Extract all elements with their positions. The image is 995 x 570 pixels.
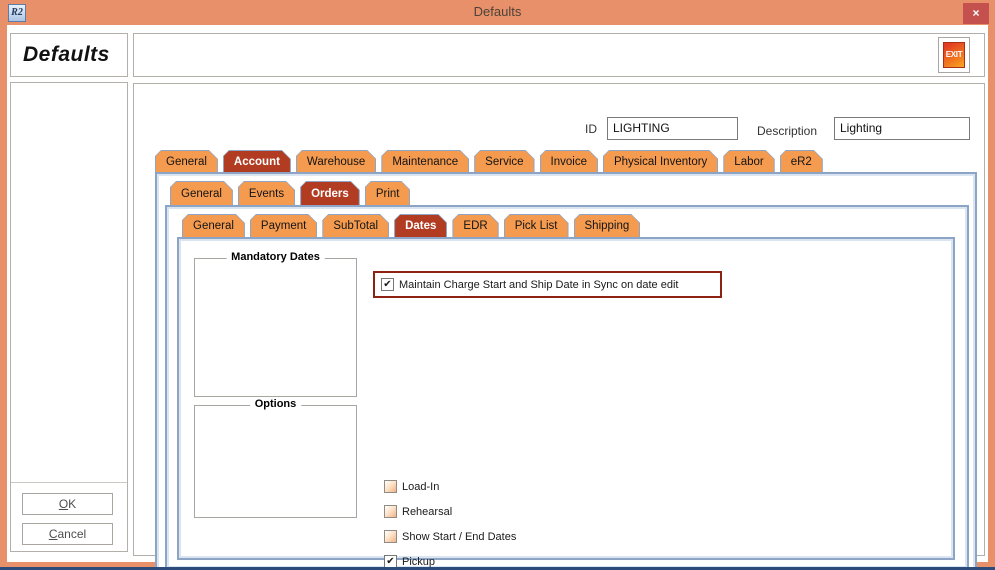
options-legend: Options	[250, 398, 302, 410]
client-area: Defaults OK Cancel EXIT ID LIGHTING Desc…	[7, 25, 988, 562]
checkbox-show-start-end-dates[interactable]	[384, 530, 397, 543]
checkbox-row-rehearsal: Rehearsal	[384, 505, 452, 518]
tab-labor[interactable]: Labor	[723, 150, 774, 172]
tab-label: Orders	[301, 182, 359, 205]
tab-edr[interactable]: EDR	[452, 214, 498, 237]
tab-label: Labor	[724, 151, 773, 172]
checkbox-label-pickup: Pickup	[402, 556, 435, 568]
tab-shipping[interactable]: Shipping	[574, 214, 641, 237]
tab-label: EDR	[453, 215, 497, 237]
checkbox-rehearsal[interactable]	[384, 505, 397, 518]
ok-button[interactable]: OK	[22, 493, 113, 515]
tab-label: General	[156, 151, 217, 172]
window-title: Defaults	[0, 4, 995, 19]
tab-label: Warehouse	[297, 151, 375, 172]
tab-invoice[interactable]: Invoice	[540, 150, 598, 172]
page-title-box: Defaults	[10, 33, 128, 77]
tab-warehouse[interactable]: Warehouse	[296, 150, 376, 172]
tab-dates[interactable]: Dates	[394, 214, 447, 237]
tab-label: Pick List	[505, 215, 568, 237]
tab-label: General	[183, 215, 244, 237]
checkbox-row-load-in: Load-In	[384, 480, 439, 493]
tab-service[interactable]: Service	[474, 150, 534, 172]
tab-er2[interactable]: eR2	[780, 150, 823, 172]
tab-label: Service	[475, 151, 533, 172]
close-icon[interactable]: ×	[963, 3, 989, 24]
tab-row-account: General Events Orders Print	[170, 181, 415, 205]
tab-label: Maintenance	[382, 151, 468, 172]
tab-print[interactable]: Print	[365, 181, 411, 205]
options-group: Options Skip Returned LinesView Affected…	[194, 405, 357, 518]
toolbar: EXIT	[133, 33, 985, 77]
checkbox-label-load-in: Load-In	[402, 481, 439, 493]
mandatory-dates-group: Mandatory Dates Load-InRehearsalShow Sta…	[194, 258, 357, 397]
tab-account[interactable]: Account	[223, 150, 291, 172]
tab-payment[interactable]: Payment	[250, 214, 317, 237]
tab-label: SubTotal	[323, 215, 388, 237]
tab-label: General	[171, 182, 232, 205]
exit-button[interactable]: EXIT	[943, 42, 965, 68]
tab-subtotal[interactable]: SubTotal	[322, 214, 389, 237]
tab-pick-list[interactable]: Pick List	[504, 214, 569, 237]
page-title: Defaults	[11, 34, 127, 76]
id-input[interactable]: LIGHTING	[607, 117, 738, 140]
tab-label: Print	[366, 182, 410, 205]
checkbox-load-in[interactable]	[384, 480, 397, 493]
tab-label: Invoice	[541, 151, 597, 172]
highlight-annotation: ✔ Maintain Charge Start and Ship Date in…	[373, 271, 722, 298]
tab-maintenance[interactable]: Maintenance	[381, 150, 469, 172]
tab-label: Shipping	[575, 215, 640, 237]
tab-orders[interactable]: Orders	[300, 181, 360, 205]
checkbox-label-rehearsal: Rehearsal	[402, 506, 452, 518]
cancel-button[interactable]: Cancel	[22, 523, 113, 545]
description-input[interactable]: Lighting	[834, 117, 970, 140]
checkbox-row-show-start-end-dates: Show Start / End Dates	[384, 530, 516, 543]
tab-general[interactable]: General	[182, 214, 245, 237]
sidebar-list	[10, 82, 128, 552]
tab-row-main: General Account Warehouse Maintenance Servic…	[155, 150, 828, 172]
tab-label: Payment	[251, 215, 316, 237]
exit-button-frame: EXIT	[938, 37, 970, 73]
checkbox-label-show-start-end-dates: Show Start / End Dates	[402, 531, 516, 543]
defaults-window: R2 Defaults × Defaults OK Cancel EXIT ID…	[0, 0, 995, 570]
maintain-sync-checkbox[interactable]: ✔	[381, 278, 394, 291]
description-label: Description	[757, 124, 817, 138]
tab-general[interactable]: General	[170, 181, 233, 205]
tab-label: Dates	[395, 215, 446, 237]
tab-physical-inventory[interactable]: Physical Inventory	[603, 150, 718, 172]
tab-row-orders: General Payment SubTotal Dates EDR Pick List S…	[182, 214, 645, 237]
tab-events[interactable]: Events	[238, 181, 295, 205]
tab-label: eR2	[781, 151, 822, 172]
sidebar-divider	[11, 83, 127, 483]
mandatory-dates-legend: Mandatory Dates	[226, 251, 325, 263]
titlebar[interactable]: R2 Defaults ×	[0, 0, 995, 25]
tab-general[interactable]: General	[155, 150, 218, 172]
tab-label: Physical Inventory	[604, 151, 717, 172]
maintain-sync-label: Maintain Charge Start and Ship Date in S…	[399, 279, 678, 291]
id-label: ID	[585, 122, 597, 136]
tab-label: Events	[239, 182, 294, 205]
tab-label: Account	[224, 151, 290, 172]
